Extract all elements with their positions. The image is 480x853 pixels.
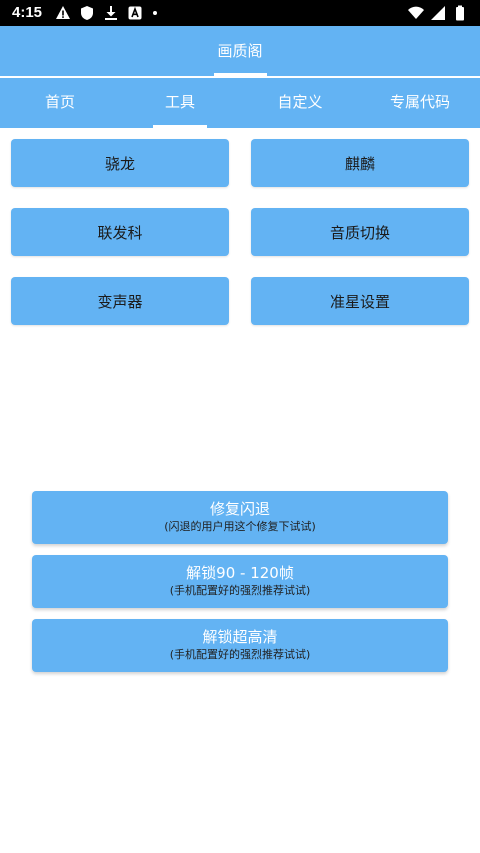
battery-icon (452, 5, 468, 21)
kirin-button[interactable]: 麒麟 (251, 139, 469, 187)
unlock-120fps-button[interactable]: 解锁90 - 120帧 (手机配置好的强烈推荐试试) (32, 555, 448, 608)
dot-icon (153, 11, 157, 15)
mediatek-button[interactable]: 联发科 (11, 208, 229, 256)
status-icons-left (55, 5, 157, 21)
status-icons-right (408, 5, 468, 21)
app-title: 画质阁 (217, 42, 263, 60)
tab-tools[interactable]: 工具 (120, 78, 240, 128)
fix-crash-button[interactable]: 修复闪退 (闪退的用户用这个修复下试试) (32, 491, 448, 544)
tab-bar: 首页 工具 自定义 专属代码 (0, 78, 480, 128)
tab-custom[interactable]: 自定义 (240, 78, 360, 128)
shield-icon (79, 5, 95, 21)
signal-icon (430, 5, 446, 21)
unlock-uhd-button[interactable]: 解锁超高清 (手机配置好的强烈推荐试试) (32, 619, 448, 672)
app-bar: 画质阁 (0, 26, 480, 76)
audio-quality-switch-button[interactable]: 音质切换 (251, 208, 469, 256)
download-icon (103, 5, 119, 21)
active-tab-indicator (153, 125, 207, 128)
wifi-icon (408, 5, 424, 21)
crosshair-settings-button[interactable]: 准星设置 (251, 277, 469, 325)
unlock-120fps-title: 解锁90 - 120帧 (186, 564, 294, 582)
fix-crash-subtitle: (闪退的用户用这个修复下试试) (164, 520, 316, 533)
tab-home[interactable]: 首页 (0, 78, 120, 128)
snapdragon-button[interactable]: 骁龙 (11, 139, 229, 187)
unlock-uhd-subtitle: (手机配置好的强烈推荐试试) (169, 648, 311, 661)
fix-crash-title: 修复闪退 (209, 500, 270, 518)
status-bar: 4:15 (0, 0, 480, 26)
unlock-120fps-subtitle: (手机配置好的强烈推荐试试) (169, 584, 311, 597)
voice-changer-button[interactable]: 变声器 (11, 277, 229, 325)
tab-exclusive-code[interactable]: 专属代码 (360, 78, 480, 128)
font-icon (127, 5, 143, 21)
app-title-underline (214, 73, 267, 76)
warning-icon (55, 5, 71, 21)
status-time: 4:15 (12, 4, 43, 21)
unlock-uhd-title: 解锁超高清 (202, 628, 278, 646)
